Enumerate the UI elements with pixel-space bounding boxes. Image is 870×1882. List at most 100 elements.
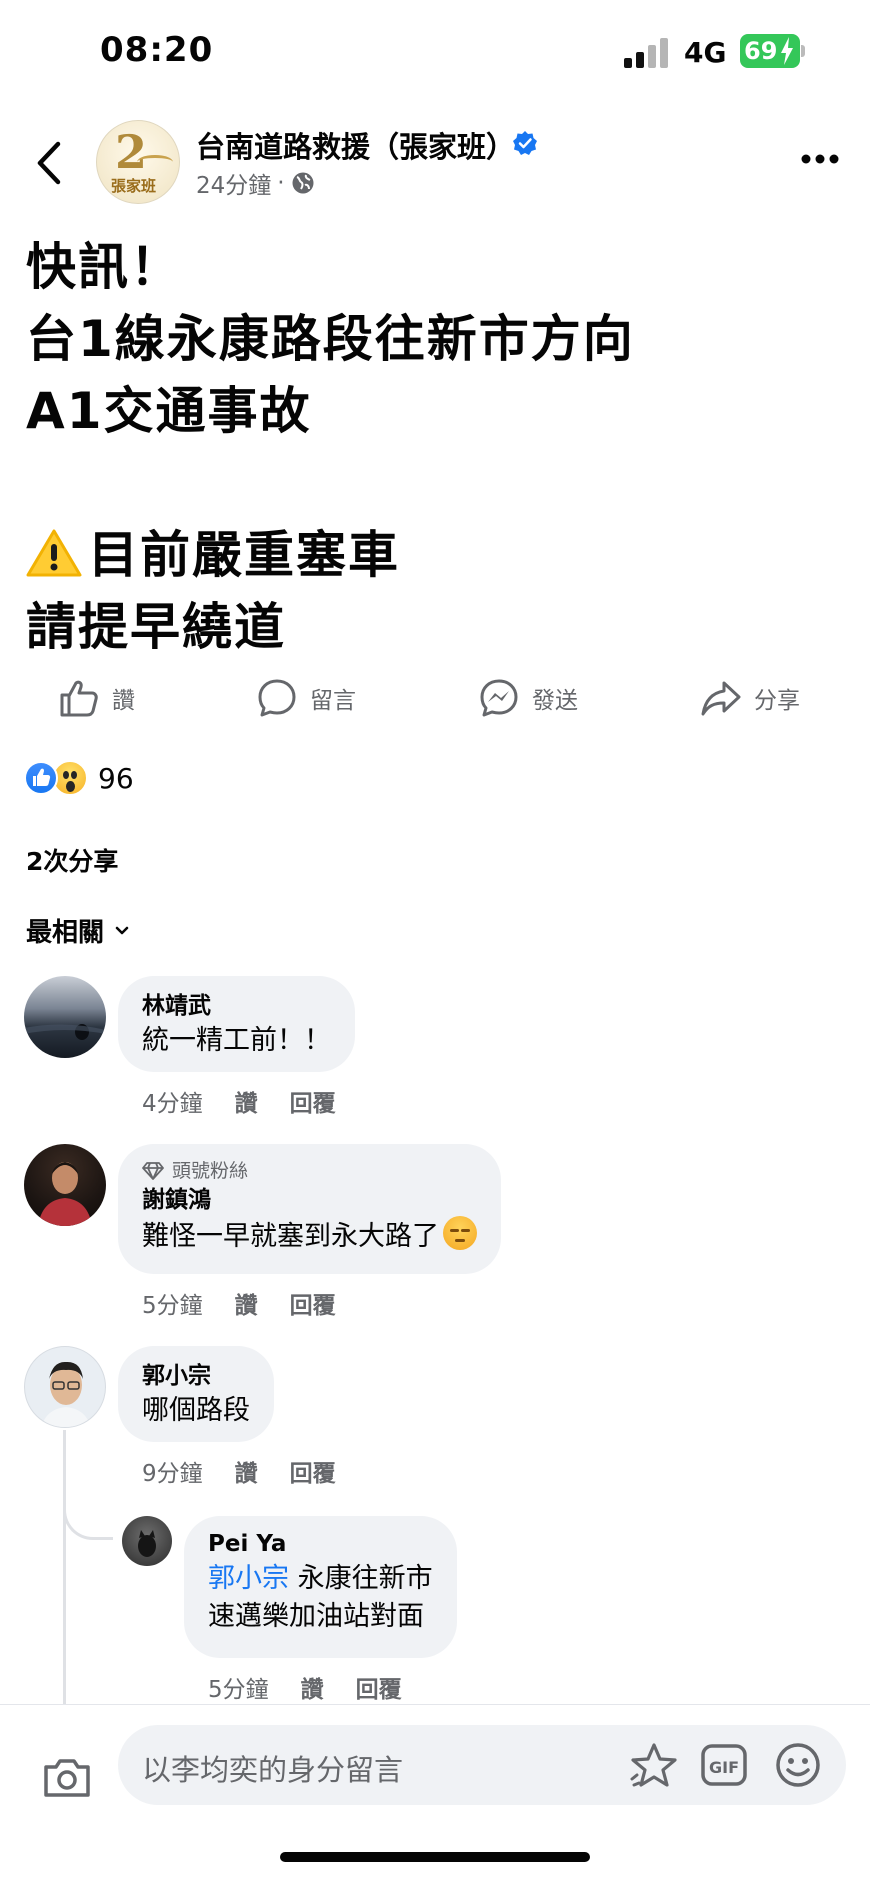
meta-dot: · bbox=[277, 170, 285, 196]
reply-thread-connector bbox=[63, 1480, 113, 1540]
commenter-avatar[interactable] bbox=[24, 1144, 106, 1226]
page-avatar[interactable]: 2 張家班 bbox=[96, 120, 180, 204]
like-reaction-icon bbox=[24, 761, 58, 795]
fan-badge-label: 頭號粉絲 bbox=[172, 1160, 249, 1182]
emoji-icon[interactable] bbox=[774, 1741, 822, 1789]
reaction-summary[interactable]: 96 bbox=[24, 758, 134, 798]
comment-input[interactable]: 以李均奕的身分留言 GIF bbox=[118, 1725, 846, 1805]
post-line-warning: 目前嚴重塞車 bbox=[26, 526, 846, 584]
post-line-text: 目前嚴重塞車 bbox=[88, 526, 400, 584]
reply-meta: 5分鐘 讚 回覆 bbox=[208, 1670, 402, 1704]
avatar-logo-digit: 2 bbox=[115, 125, 148, 179]
chevron-down-icon bbox=[115, 926, 129, 934]
comment-sort-dropdown[interactable]: 最相關 bbox=[26, 912, 130, 949]
post-spacer bbox=[26, 440, 846, 512]
commenter-name[interactable]: 林靖武 bbox=[142, 990, 331, 1022]
comment-button[interactable]: 留言 bbox=[256, 670, 356, 726]
send-button[interactable]: 發送 bbox=[478, 670, 578, 726]
reply-text-row: 郭小宗 永康往新市 bbox=[208, 1560, 433, 1598]
commenter-name[interactable]: 謝鎮鴻 bbox=[142, 1184, 477, 1216]
battery-indicator: 69 bbox=[740, 34, 800, 68]
charging-icon bbox=[781, 37, 793, 65]
comment-reply-button[interactable]: 回覆 bbox=[290, 1286, 336, 1320]
post-text: 快訊！ 台1線永康路段往新市方向 A1交通事故 目前嚴重塞車 請提早繞道 bbox=[26, 238, 846, 656]
avatar-logo-text: 張家班 bbox=[111, 177, 157, 195]
comment-meta: 5分鐘 讚 回覆 bbox=[142, 1286, 336, 1320]
send-label: 發送 bbox=[532, 688, 578, 714]
comment-icon bbox=[258, 679, 296, 717]
comment-bubble[interactable]: 頭號粉絲 謝鎮鴻 難怪一早就塞到永大路了 bbox=[118, 1144, 501, 1274]
status-bar: 08:20 4G 69 bbox=[0, 0, 870, 100]
comment-label: 留言 bbox=[310, 688, 356, 714]
replier-avatar[interactable] bbox=[122, 1516, 172, 1566]
post-line: 台1線永康路段往新市方向 bbox=[26, 310, 635, 368]
comment-meta: 4分鐘 讚 回覆 bbox=[142, 1084, 336, 1118]
reply-bubble[interactable]: Pei Ya 郭小宗 永康往新市 速邁樂加油站對面 bbox=[184, 1516, 457, 1658]
messenger-icon bbox=[480, 679, 518, 717]
reaction-count: 96 bbox=[98, 761, 134, 795]
mention-link[interactable]: 郭小宗 bbox=[208, 1563, 289, 1594]
battery-level: 69 bbox=[744, 37, 778, 65]
post-header: 2 張家班 台南道路救援（張家班） 24分鐘 · bbox=[0, 100, 870, 220]
post-line: A1交通事故 bbox=[26, 382, 312, 440]
comment-meta: 9分鐘 讚 回覆 bbox=[142, 1454, 336, 1488]
comment-text: 哪個路段 bbox=[142, 1395, 250, 1426]
reply-text: 速邁樂加油站對面 bbox=[208, 1601, 424, 1632]
comment-reply-button[interactable]: 回覆 bbox=[290, 1454, 336, 1488]
page-name[interactable]: 台南道路救援（張家班） bbox=[196, 124, 515, 166]
share-icon bbox=[701, 681, 741, 716]
battery-cap bbox=[801, 45, 805, 57]
pensive-emoji-icon bbox=[443, 1216, 477, 1250]
reply-text: 永康往新市 bbox=[289, 1563, 433, 1594]
comment-bubble[interactable]: 林靖武 統一精工前！！ bbox=[118, 976, 355, 1072]
diamond-icon bbox=[142, 1162, 164, 1180]
comment-like-button[interactable]: 讚 bbox=[235, 1084, 258, 1118]
share-button[interactable]: 分享 bbox=[700, 670, 800, 726]
post-line: 請提早繞道 bbox=[26, 598, 286, 656]
more-options-icon[interactable] bbox=[800, 152, 840, 166]
post-action-bar: 讚 留言 發送 分享 bbox=[0, 670, 870, 726]
signal-icon bbox=[624, 36, 674, 68]
verified-badge-icon bbox=[513, 131, 537, 155]
avatar-logo-wave bbox=[137, 155, 173, 169]
commenter-name[interactable]: 郭小宗 bbox=[142, 1360, 250, 1392]
comment-time: 9分鐘 bbox=[142, 1461, 203, 1487]
warning-icon bbox=[26, 529, 82, 577]
sticker-icon[interactable] bbox=[628, 1741, 680, 1789]
post-line: 快訊！ bbox=[26, 238, 182, 296]
post-meta: 24分鐘 · bbox=[196, 166, 315, 200]
comment-text: 統一精工前！！ bbox=[142, 1025, 331, 1056]
reply-thread-line bbox=[63, 1430, 66, 1720]
sort-label: 最相關 bbox=[26, 918, 105, 948]
reply-time: 5分鐘 bbox=[208, 1677, 269, 1703]
comment-bubble[interactable]: 郭小宗 哪個路段 bbox=[118, 1346, 274, 1442]
commenter-avatar[interactable] bbox=[24, 1346, 106, 1428]
comment-input-placeholder: 以李均奕的身分留言 bbox=[142, 1753, 404, 1787]
home-indicator[interactable] bbox=[280, 1852, 590, 1862]
like-button[interactable]: 讚 bbox=[58, 670, 135, 726]
comment-text-row: 難怪一早就塞到永大路了 bbox=[142, 1216, 477, 1256]
reply-reply-button[interactable]: 回覆 bbox=[356, 1670, 402, 1704]
back-icon[interactable] bbox=[30, 138, 70, 188]
share-label: 分享 bbox=[754, 688, 800, 714]
network-label: 4G bbox=[684, 36, 727, 69]
comment-reply-button[interactable]: 回覆 bbox=[290, 1084, 336, 1118]
svg-text:GIF: GIF bbox=[709, 1758, 739, 1777]
globe-icon bbox=[292, 172, 314, 194]
top-fan-badge: 頭號粉絲 bbox=[142, 1158, 477, 1184]
comment-time: 5分鐘 bbox=[142, 1293, 203, 1319]
commenter-avatar[interactable] bbox=[24, 976, 106, 1058]
share-count[interactable]: 2次分享 bbox=[26, 842, 118, 878]
comment-like-button[interactable]: 讚 bbox=[235, 1286, 258, 1320]
like-icon bbox=[60, 680, 98, 717]
camera-icon[interactable] bbox=[42, 1757, 92, 1799]
reply-like-button[interactable]: 讚 bbox=[301, 1670, 324, 1704]
post-time[interactable]: 24分鐘 bbox=[196, 166, 271, 200]
status-time: 08:20 bbox=[100, 30, 214, 70]
replier-name[interactable]: Pei Ya bbox=[208, 1528, 433, 1560]
gif-icon[interactable]: GIF bbox=[700, 1743, 748, 1787]
comment-time: 4分鐘 bbox=[142, 1091, 203, 1117]
like-label: 讚 bbox=[112, 688, 135, 714]
comment-text: 難怪一早就塞到永大路了 bbox=[142, 1221, 439, 1252]
comment-like-button[interactable]: 讚 bbox=[235, 1454, 258, 1488]
